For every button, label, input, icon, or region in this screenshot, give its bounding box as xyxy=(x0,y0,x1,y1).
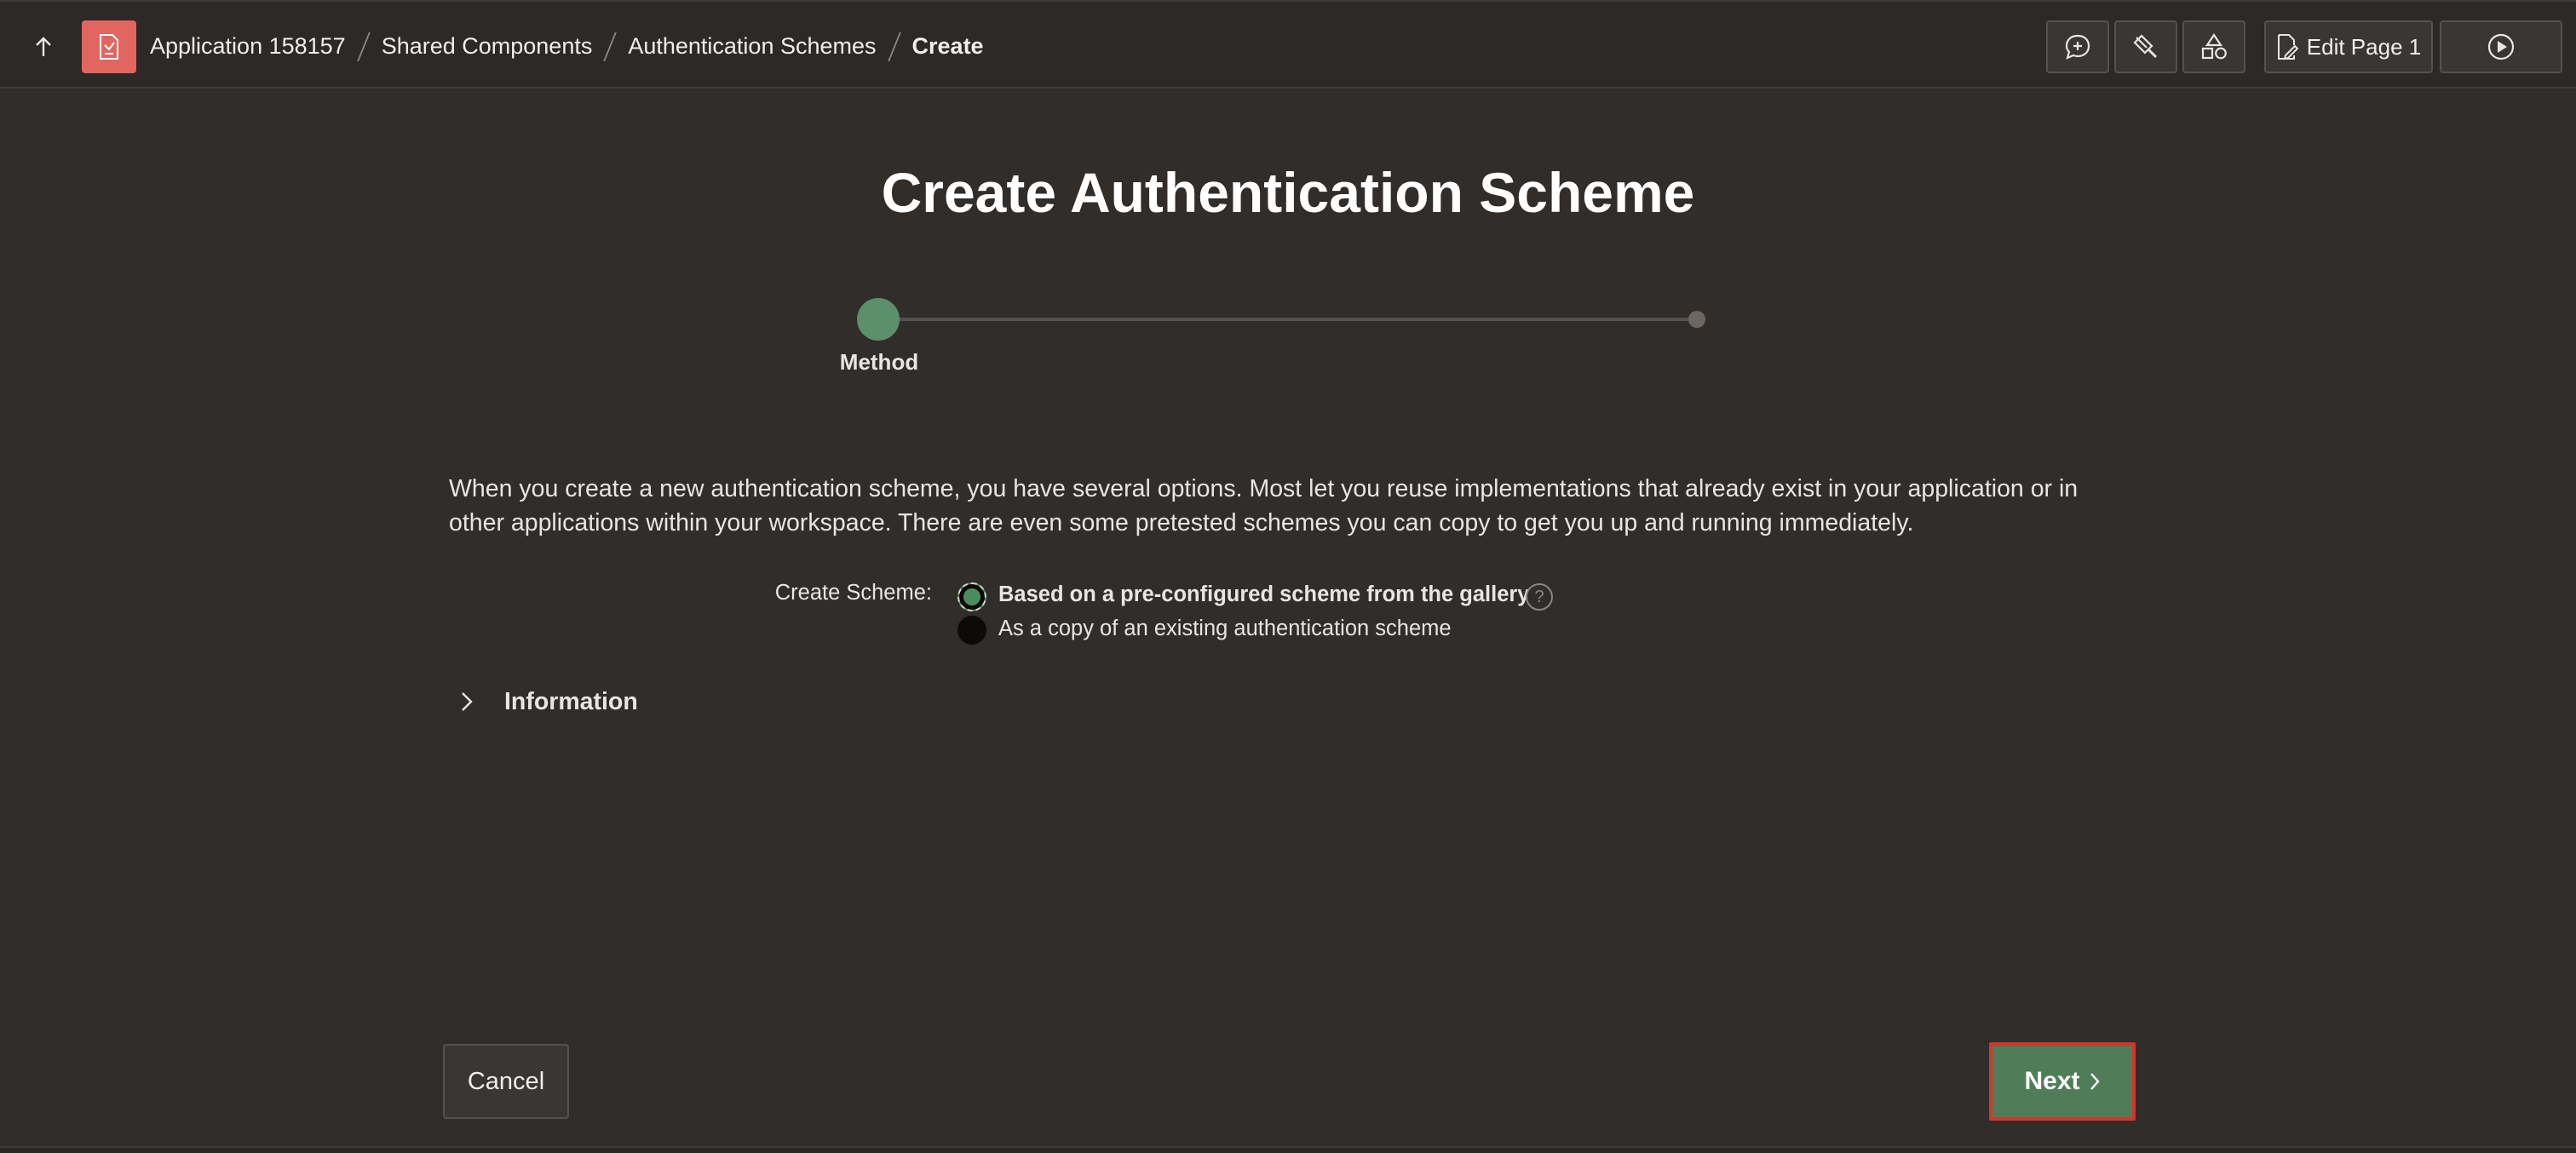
shared-components-button[interactable] xyxy=(2114,20,2177,73)
add-comment-button[interactable] xyxy=(2046,20,2109,73)
next-button[interactable]: Next xyxy=(1989,1042,2136,1121)
brush-icon xyxy=(2131,32,2160,61)
radio-gallery-scheme[interactable] xyxy=(957,582,986,611)
breadcrumb: Application 158157 Shared Components Aut… xyxy=(150,2,984,90)
help-icon[interactable]: ? xyxy=(1526,583,1553,611)
breadcrumb-create: Create xyxy=(911,32,984,59)
edit-page-label: Edit Page 1 xyxy=(2306,33,2422,60)
information-region-title: Information xyxy=(504,687,638,715)
chevron-right-icon xyxy=(2090,1073,2100,1090)
radio-copy-existing-scheme-label[interactable]: As a copy of an existing authentication … xyxy=(998,617,1452,641)
top-toolbar: Application 158157 Shared Components Aut… xyxy=(0,0,2576,89)
page-components-button[interactable] xyxy=(2182,20,2245,73)
next-button-label: Next xyxy=(2024,1067,2080,1095)
chevron-right-icon xyxy=(451,686,482,717)
bottom-border xyxy=(0,1146,2576,1153)
edit-page-button[interactable]: Edit Page 1 xyxy=(2264,20,2433,73)
create-scheme-label: Create Scheme: xyxy=(774,581,932,605)
breadcrumb-shared-components[interactable]: Shared Components xyxy=(382,33,593,60)
breadcrumb-separator xyxy=(606,31,614,61)
add-comment-icon xyxy=(2063,32,2092,61)
page-title: Create Authentication Scheme xyxy=(881,161,1695,224)
breadcrumb-application[interactable]: Application 158157 xyxy=(150,33,346,60)
help-glyph: ? xyxy=(1534,587,1544,606)
edit-page-icon xyxy=(2276,33,2298,60)
radio-gallery-scheme-label[interactable]: Based on a pre-configured scheme from th… xyxy=(998,582,1530,607)
wizard-step-label: Method xyxy=(839,349,919,375)
radio-copy-existing-scheme[interactable] xyxy=(957,616,986,645)
shapes-icon xyxy=(2199,32,2228,61)
information-region-toggle[interactable]: Information xyxy=(451,681,638,722)
run-page-button[interactable] xyxy=(2440,20,2562,73)
wizard-step-method-marker xyxy=(857,298,900,341)
intro-text: When you create a new authentication sch… xyxy=(449,475,2079,536)
cancel-button[interactable]: Cancel xyxy=(443,1044,569,1119)
application-icon[interactable] xyxy=(82,20,136,73)
wizard-step-end-marker xyxy=(1688,311,1705,328)
breadcrumb-separator xyxy=(890,31,899,61)
breadcrumb-authentication-schemes[interactable]: Authentication Schemes xyxy=(628,33,876,60)
wizard-progress-track xyxy=(879,318,1697,321)
arrow-up-icon[interactable] xyxy=(22,27,65,66)
breadcrumb-separator xyxy=(359,31,368,61)
run-play-icon xyxy=(2487,32,2516,61)
